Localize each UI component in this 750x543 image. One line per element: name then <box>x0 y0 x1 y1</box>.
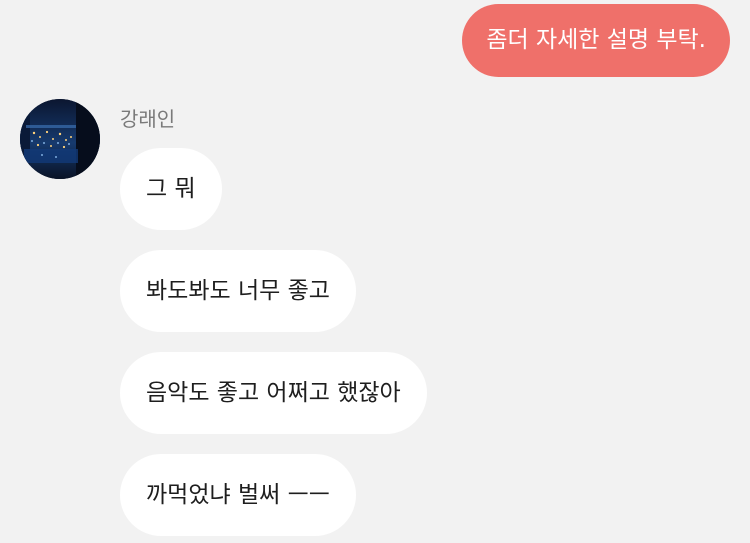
outgoing-message-text: 좀더 자세한 설명 부탁. <box>486 27 706 53</box>
incoming-message-bubble[interactable]: 음악도 좋고 어쩌고 했잖아 <box>120 352 427 434</box>
incoming-message-bubble[interactable]: 그 뭐 <box>120 148 222 230</box>
incoming-message-bubble[interactable]: 봐도봐도 너무 좋고 <box>120 250 356 332</box>
incoming-message-text: 그 뭐 <box>146 176 196 202</box>
incoming-message-text: 음악도 좋고 어쩌고 했잖아 <box>146 380 401 406</box>
incoming-message-bubble[interactable]: 까먹었냐 벌써 ㅡㅡ <box>120 454 356 536</box>
incoming-message-text: 까먹었냐 벌써 ㅡㅡ <box>146 482 330 508</box>
chat-thread: 좀더 자세한 설명 부탁. 강래인 그 뭐 봐도봐도 너무 좋고 음악도 좋고 … <box>0 0 750 543</box>
outgoing-message-bubble[interactable]: 좀더 자세한 설명 부탁. <box>462 4 730 77</box>
sender-name: 강래인 <box>120 107 176 131</box>
sender-avatar[interactable] <box>20 99 100 179</box>
incoming-message-text: 봐도봐도 너무 좋고 <box>146 278 330 304</box>
night-city-photo-icon <box>20 99 100 179</box>
